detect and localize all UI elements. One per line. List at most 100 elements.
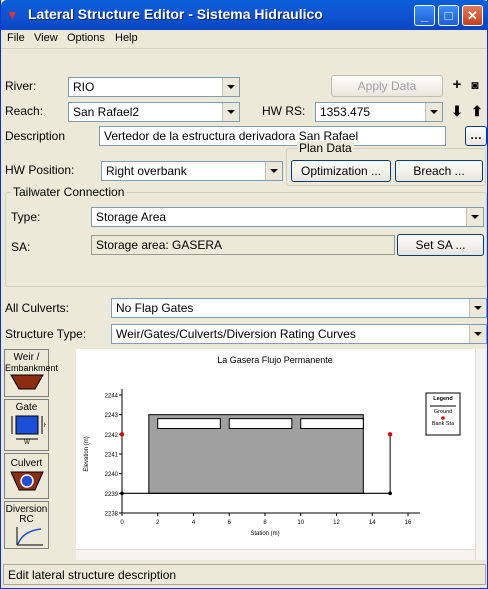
- hw-position-select[interactable]: Right overbank: [101, 161, 283, 181]
- all-culverts-select[interactable]: No Flap Gates: [111, 298, 487, 318]
- storage-area-field: Storage area: GASERA: [91, 235, 395, 255]
- maximize-button[interactable]: □: [438, 5, 459, 26]
- menu-help[interactable]: Help: [115, 32, 138, 44]
- tailwater-type-select[interactable]: Storage Area: [91, 207, 484, 227]
- status-text: Edit lateral structure description: [8, 568, 177, 582]
- description-field[interactable]: Vertedor de la estructura derivadora San…: [99, 126, 446, 146]
- description-label: Description: [5, 129, 66, 143]
- arrow-down-icon[interactable]: ⬇: [447, 102, 467, 122]
- x-tick-label: 0: [120, 520, 124, 526]
- plot-horizontal-scrollbar[interactable]: [76, 549, 475, 560]
- river-select[interactable]: RIO: [68, 77, 240, 97]
- svg-text:W: W: [24, 440, 30, 445]
- menu-bar: File View Options Help: [1, 30, 487, 49]
- lateral-structure-plot: La Gasera Flujo Permanente 2238 2239 2240 22…: [76, 349, 475, 549]
- description-more-button[interactable]: …: [465, 126, 487, 146]
- add-icon[interactable]: +: [447, 76, 467, 96]
- hw-rs-value: 1353.475: [320, 105, 371, 119]
- chevron-down-icon[interactable]: [222, 78, 239, 96]
- culvert-label: Culvert: [10, 458, 43, 469]
- x-tick-label: 14: [369, 520, 376, 526]
- breach-button[interactable]: Breach ...: [395, 160, 483, 182]
- y-tick-label: 2239: [105, 492, 119, 498]
- storage-area-value: Storage area: GASERA: [96, 238, 223, 252]
- chart-svg: La Gasera Flujo Permanente22382239224022…: [84, 355, 461, 537]
- x-tick-label: 10: [297, 520, 304, 526]
- bank-station-point: [119, 432, 125, 437]
- title-bar[interactable]: ▾ Lateral Structure Editor - Sistema Hid…: [1, 0, 488, 30]
- plot-vertical-scrollbar[interactable]: [475, 349, 486, 560]
- menu-file[interactable]: File: [7, 32, 25, 44]
- y-tick-label: 2241: [105, 453, 119, 459]
- chevron-down-icon[interactable]: [466, 208, 483, 226]
- tailwater-type-value: Storage Area: [96, 210, 167, 224]
- minimize-button[interactable]: _: [414, 5, 435, 26]
- y-tick-label: 2242: [105, 433, 119, 439]
- weir-icon: [9, 374, 44, 390]
- y-axis-label: Elevation (m): [84, 436, 90, 471]
- legend-bank-swatch: [441, 416, 445, 420]
- hw-position-value: Right overbank: [106, 164, 187, 178]
- gate-button[interactable]: Gate W H: [4, 399, 49, 451]
- x-tick-label: 12: [333, 520, 340, 526]
- sa-label: SA:: [11, 240, 31, 254]
- gate-icon: W H: [11, 415, 48, 446]
- all-culverts-label: All Culverts:: [5, 301, 70, 315]
- lateral-structure-editor-window: ▾ Lateral Structure Editor - Sistema Hid…: [0, 0, 488, 589]
- gate-opening: [228, 418, 293, 429]
- culvert-icon: [9, 471, 44, 491]
- apply-data-button[interactable]: Apply Data: [331, 75, 443, 97]
- structure-type-select[interactable]: Weir/Gates/Culverts/Diversion Rating Cur…: [111, 324, 487, 344]
- legend-bank-label: Bank Sta: [432, 421, 455, 427]
- y-tick-label: 2240: [105, 472, 119, 478]
- river-value: RIO: [73, 80, 95, 94]
- x-axis-label: Station (m): [250, 531, 279, 537]
- river-label: River:: [5, 79, 37, 93]
- reach-label: Reach:: [5, 104, 44, 118]
- window-title: Lateral Structure Editor - Sistema Hidra…: [28, 6, 323, 22]
- weir-label-line2: Embankment: [5, 363, 59, 373]
- x-tick-label: 2: [156, 520, 160, 526]
- bank-station-point: [387, 432, 393, 437]
- gate-opening: [300, 418, 364, 429]
- hw-rs-label: HW RS:: [262, 104, 306, 118]
- legend-ground-label: Ground: [434, 409, 452, 415]
- chevron-down-icon[interactable]: [469, 325, 486, 343]
- structure-type-label: Structure Type:: [5, 327, 87, 341]
- culvert-button[interactable]: Culvert: [4, 453, 49, 499]
- x-tick-label: 6: [228, 520, 232, 526]
- gate-opening: [157, 418, 221, 429]
- structure-type-value: Weir/Gates/Culverts/Diversion Rating Cur…: [116, 327, 356, 341]
- close-button[interactable]: ✕: [462, 5, 483, 26]
- chevron-down-icon[interactable]: [265, 162, 282, 180]
- camera-icon[interactable]: ◙: [465, 76, 485, 96]
- set-sa-button[interactable]: Set SA ...: [397, 234, 484, 256]
- chevron-down-icon[interactable]: [425, 103, 442, 121]
- chevron-down-icon[interactable]: [469, 299, 486, 317]
- tailwater-connection-title: Tailwater Connection: [11, 185, 127, 199]
- weir-logo-icon: ▾: [9, 7, 16, 22]
- y-tick-label: 2238: [105, 512, 119, 518]
- chart-title: La Gasera Flujo Permanente: [217, 355, 333, 365]
- menu-options[interactable]: Options: [67, 32, 105, 44]
- x-tick-label: 4: [192, 520, 196, 526]
- chevron-down-icon[interactable]: [222, 103, 239, 121]
- gate-label: Gate: [15, 402, 38, 413]
- hw-position-label: HW Position:: [5, 163, 75, 177]
- reach-value: San Rafael2: [73, 105, 140, 119]
- y-tick-label: 2244: [105, 394, 119, 400]
- weir-label-line1: Weir /: [13, 352, 40, 363]
- legend-title: Legend: [433, 396, 453, 402]
- reach-select[interactable]: San Rafael2: [68, 102, 240, 122]
- arrow-up-icon[interactable]: ⬆: [467, 102, 487, 122]
- optimization-button[interactable]: Optimization ...: [291, 160, 391, 182]
- diversion-rc-button[interactable]: Diversion RC: [4, 501, 49, 549]
- menu-view[interactable]: View: [34, 32, 58, 44]
- hw-rs-select[interactable]: 1353.475: [315, 102, 443, 122]
- weir-embankment-button[interactable]: Weir / Embankment: [4, 349, 59, 397]
- x-tick-label: 16: [405, 520, 412, 526]
- x-tick-label: 8: [263, 520, 267, 526]
- y-tick-label: 2243: [105, 413, 119, 419]
- status-bar: Edit lateral structure description: [3, 564, 486, 585]
- rating-curve-icon: [16, 527, 43, 546]
